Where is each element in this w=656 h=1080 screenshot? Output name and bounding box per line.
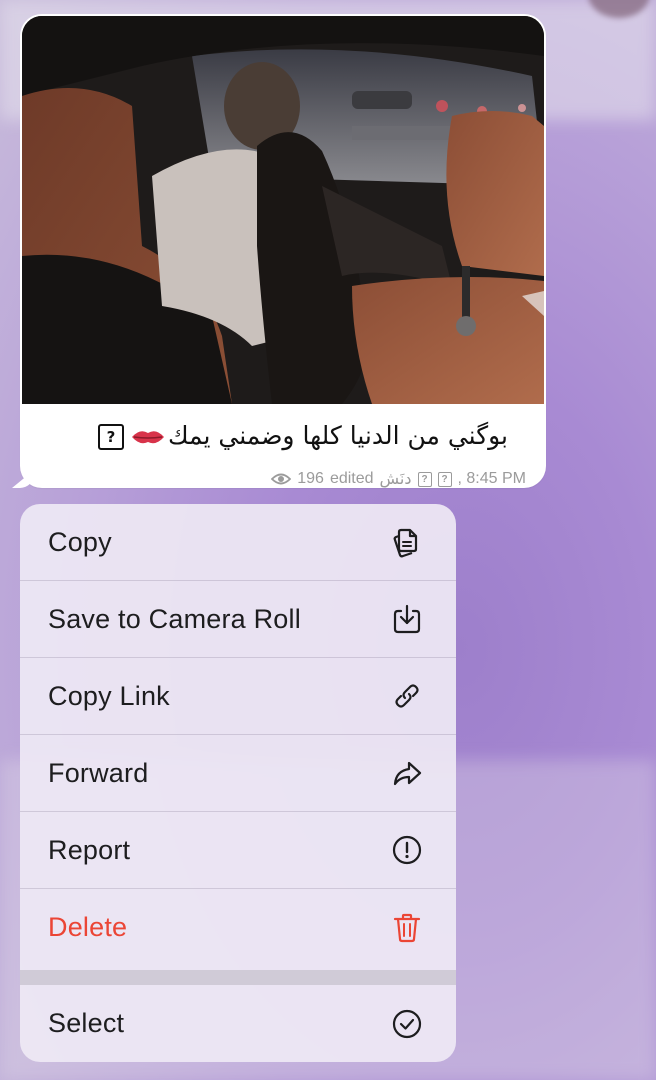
message-meta: 196 edited دنَش ? ? , 8:45 PM — [271, 469, 526, 489]
menu-item-delete[interactable]: Delete — [20, 889, 456, 966]
trash-icon — [390, 911, 424, 945]
link-icon — [390, 679, 424, 713]
menu-item-label: Copy Link — [48, 680, 170, 711]
menu-item-report[interactable]: Report — [20, 812, 456, 889]
menu-item-label: Select — [48, 1008, 125, 1038]
menu-item-label: Delete — [48, 912, 128, 942]
message-time: , 8:45 PM — [457, 470, 526, 487]
menu-item-select[interactable]: Select — [20, 985, 456, 1062]
bubble-tail — [12, 470, 34, 488]
menu-item-label: Forward — [48, 757, 149, 788]
message-caption: بوگني من الدنيا كلها وضمني يمك ? — [38, 420, 508, 452]
eye-views-icon — [271, 473, 292, 485]
menu-item-copy[interactable]: Copy — [20, 504, 456, 581]
menu-item-label: Report — [48, 834, 131, 865]
menu-item-label: Copy — [48, 526, 112, 557]
unknown-glyph-box: ? — [417, 471, 432, 487]
menu-item-forward[interactable]: Forward — [20, 735, 456, 812]
unknown-glyph-box: ? — [97, 424, 124, 450]
view-count: 196 — [297, 470, 324, 487]
save-download-icon — [390, 602, 424, 636]
report-exclamation-icon — [390, 833, 424, 867]
context-menu: Copy Save to Camera Roll Copy Link Forwa… — [20, 504, 456, 1062]
forward-arrow-icon — [390, 756, 424, 790]
message-bubble[interactable]: بوگني من الدنيا كلها وضمني يمك ? 196 edi… — [12, 14, 546, 489]
menu-item-copy-link[interactable]: Copy Link — [20, 658, 456, 735]
message-photo[interactable] — [22, 16, 544, 404]
lips-emoji-icon — [131, 431, 164, 444]
caption-text: بوگني من الدنيا كلها وضمني يمك — [167, 421, 508, 450]
edited-label: edited — [329, 470, 374, 487]
menu-item-label: Save to Camera Roll — [48, 603, 301, 634]
menu-item-save-to-camera-roll[interactable]: Save to Camera Roll — [20, 581, 456, 658]
car-interior-photo — [22, 16, 544, 404]
menu-separator — [20, 970, 456, 985]
copy-icon — [390, 525, 424, 559]
unknown-glyph-box: ? — [437, 471, 452, 487]
checkmark-circle-icon — [390, 1007, 424, 1041]
author-name: دنَش — [379, 471, 412, 488]
